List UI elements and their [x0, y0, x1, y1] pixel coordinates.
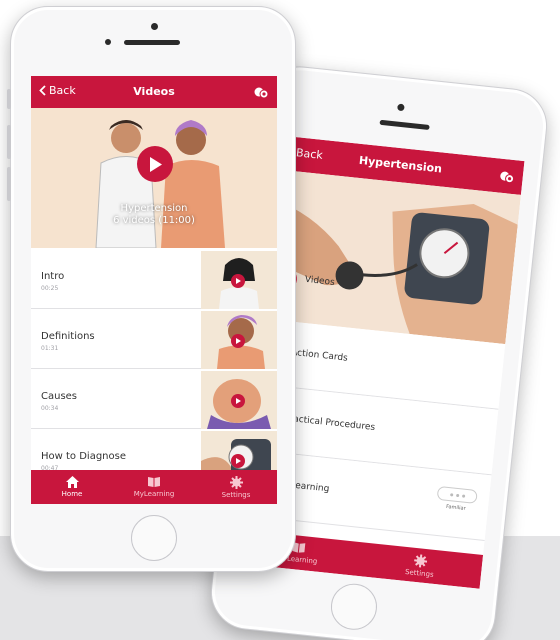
tab-bar: Home MyLearning Settings	[31, 470, 277, 504]
front-camera	[151, 23, 158, 30]
tab-label: Settings	[404, 567, 435, 579]
video-title: Definitions	[41, 331, 95, 342]
video-duration: 00:34	[41, 405, 59, 412]
video-thumbnail	[201, 311, 277, 369]
menu-label: Practical Procedures	[283, 413, 376, 433]
proximity-sensor	[105, 39, 111, 45]
home-hardware-button[interactable]	[328, 581, 380, 633]
familiarity-dots	[436, 485, 478, 504]
tab-settings[interactable]: Settings	[357, 542, 483, 589]
volume-down-button	[7, 167, 11, 201]
play-icon[interactable]	[231, 394, 245, 408]
earpiece-speaker	[124, 40, 180, 45]
hero-subtitle: 6 videos (11:00)	[113, 215, 195, 226]
play-button[interactable]	[137, 146, 173, 182]
book-icon	[148, 477, 160, 487]
menu-label: Action Cards	[290, 347, 349, 364]
play-icon[interactable]	[231, 274, 245, 288]
play-icon[interactable]	[231, 334, 245, 348]
tab-settings[interactable]: Settings	[195, 470, 277, 504]
video-row-intro[interactable]: Intro 00:25	[31, 251, 277, 309]
hero-video-banner[interactable]: Hypertension 6 videos (11:00)	[31, 108, 277, 248]
hero-blood-pressure-illustration[interactable]: Videos	[260, 169, 521, 345]
play-icon	[149, 156, 162, 172]
video-title: How to Diagnose	[41, 451, 126, 462]
familiarity-label: Familiar	[445, 503, 466, 512]
tab-label: Settings	[221, 490, 251, 499]
video-title: Causes	[41, 391, 78, 402]
videos-screen: Back Videos Hypertension 6 videos (11:00…	[31, 76, 277, 504]
nav-bar: Back Videos	[31, 76, 277, 108]
page-title: Videos	[133, 85, 175, 98]
tab-label: Home	[61, 490, 83, 498]
earpiece-speaker	[379, 119, 430, 130]
video-title: Intro	[41, 271, 65, 282]
hero-title: Hypertension	[120, 203, 188, 214]
video-row-definitions[interactable]: Definitions 01:31	[31, 311, 277, 369]
gear-icon	[229, 475, 243, 489]
mute-switch	[7, 89, 11, 109]
tab-home[interactable]: Home	[31, 470, 113, 504]
volume-up-button	[7, 125, 11, 159]
home-hardware-button[interactable]	[131, 515, 177, 561]
blood-pressure-illustration	[260, 169, 521, 345]
video-thumbnail	[201, 251, 277, 309]
gear-icon	[414, 553, 428, 568]
play-icon[interactable]	[231, 454, 245, 468]
home-icon	[65, 476, 79, 488]
chat-bubbles-icon[interactable]	[253, 84, 269, 103]
tab-label: MyLearning	[133, 490, 175, 498]
familiarity-badge: Familiar	[436, 485, 478, 513]
chat-bubbles-icon[interactable]	[498, 168, 516, 189]
video-thumbnail	[201, 371, 277, 429]
video-duration: 00:25	[41, 285, 59, 292]
video-list: Intro 00:25 Definitions 01:31 Causes 00:…	[31, 251, 277, 491]
phone-videos: Back Videos Hypertension 6 videos (11:00…	[7, 6, 296, 572]
video-row-causes[interactable]: Causes 00:34	[31, 371, 277, 429]
front-camera	[397, 103, 405, 112]
video-duration: 01:31	[41, 345, 59, 352]
tab-mylearning[interactable]: MyLearning	[113, 470, 195, 504]
